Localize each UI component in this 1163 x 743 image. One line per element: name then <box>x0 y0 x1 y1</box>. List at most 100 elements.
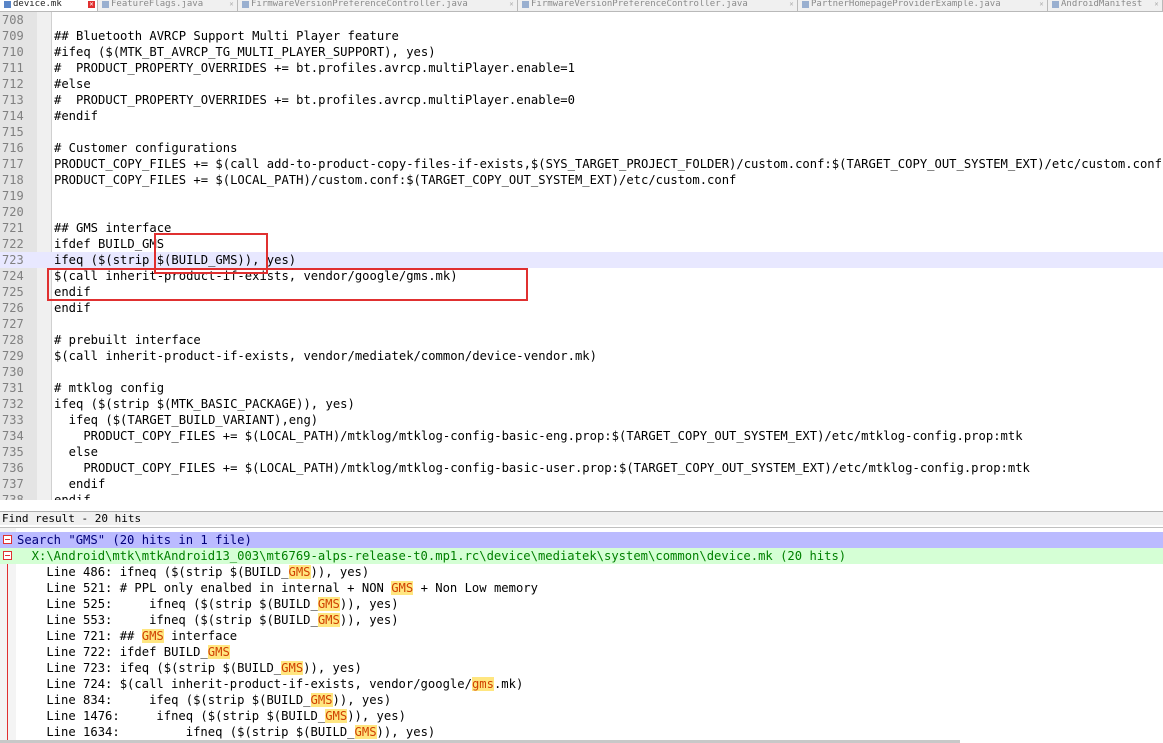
tab-5[interactable]: AndroidManifest ✕ <box>1048 0 1163 11</box>
line-number: 736 <box>2 461 24 475</box>
code-line[interactable]: 726 endif <box>0 300 1163 316</box>
code-line[interactable]: 731 # mtklog config <box>0 380 1163 396</box>
code-line[interactable]: 730 <box>0 364 1163 380</box>
code-line[interactable]: 735 else <box>0 444 1163 460</box>
code-line[interactable]: 708 <box>0 12 1163 28</box>
code-editor[interactable]: 708 709 ## Bluetooth AVRCP Support Multi P… <box>0 12 1163 500</box>
collapse-icon[interactable] <box>3 551 12 560</box>
collapse-icon[interactable] <box>3 535 12 544</box>
tab-2[interactable]: FirmwareVersionPreferenceController.java… <box>238 0 518 11</box>
line-number: 732 <box>2 397 24 411</box>
file-result-line[interactable]: X:\Android\mtk\mtkAndroid13_003\mt6769-a… <box>0 548 1163 564</box>
code-line[interactable]: 729 $(call inherit-product-if-exists, ven… <box>0 348 1163 364</box>
result-line[interactable]: Line 724: $(call inherit-product-if-exis… <box>0 676 1163 692</box>
close-icon[interactable]: ✕ <box>1153 1 1160 8</box>
code-text: # PRODUCT_PROPERTY_OVERRIDES += bt.profi… <box>54 61 575 75</box>
code-line[interactable]: 727 <box>0 316 1163 332</box>
line-number: 716 <box>2 141 24 155</box>
code-line[interactable]: 724 $(call inherit-product-if-exists, ven… <box>0 268 1163 284</box>
code-line[interactable]: 734 PRODUCT_COPY_FILES += $(LOCAL_PATH)/… <box>0 428 1163 444</box>
code-line[interactable]: 732 ifeq ($(strip $(MTK_BASIC_PACKAGE)), … <box>0 396 1163 412</box>
code-line[interactable]: 728 # prebuilt interface <box>0 332 1163 348</box>
line-number: 713 <box>2 93 24 107</box>
code-line[interactable]: 737 endif <box>0 476 1163 492</box>
line-number: 717 <box>2 157 24 171</box>
match-highlight: GMS <box>207 645 230 659</box>
result-segment: .mk) <box>493 677 524 691</box>
code-line[interactable]: 721 ## GMS interface <box>0 220 1163 236</box>
code-text: #else <box>54 77 91 91</box>
line-number: 714 <box>2 109 24 123</box>
line-number: 721 <box>2 221 24 235</box>
result-line[interactable]: Line 834: ifeq ($(strip $(BUILD_GMS)), y… <box>0 692 1163 708</box>
close-icon[interactable]: ✕ <box>508 1 515 8</box>
code-line[interactable]: 709 ## Bluetooth AVRCP Support Multi Play… <box>0 28 1163 44</box>
result-line[interactable]: Line 553: ifneq ($(strip $(BUILD_GMS)), … <box>0 612 1163 628</box>
code-text: ## Bluetooth AVRCP Support Multi Player … <box>54 29 399 43</box>
code-line[interactable]: 711 # PRODUCT_PROPERTY_OVERRIDES += bt.pr… <box>0 60 1163 76</box>
match-highlight: GMS <box>317 613 340 627</box>
code-text: ## GMS interface <box>54 221 172 235</box>
tab-0[interactable]: device.mk ✕ <box>0 0 98 11</box>
code-text: endif <box>54 301 91 315</box>
result-segment: )), yes) <box>376 725 436 739</box>
close-icon[interactable]: ✕ <box>88 1 95 8</box>
result-line[interactable]: Line 1634: ifneq ($(strip $(BUILD_GMS)),… <box>0 724 1163 740</box>
code-line[interactable]: 710 #ifeq ($(MTK_BT_AVRCP_TG_MULTI_PLAYER… <box>0 44 1163 60</box>
result-segment: )), yes) <box>339 613 399 627</box>
code-line[interactable]: 722 ifdef BUILD_GMS <box>0 236 1163 252</box>
tab-4[interactable]: PartnerHomepageProviderExample.java ✕ <box>798 0 1048 11</box>
code-line[interactable]: 738 endif <box>0 492 1163 500</box>
code-line[interactable]: 716 # Customer configurations <box>0 140 1163 156</box>
line-number: 726 <box>2 301 24 315</box>
line-number: 733 <box>2 413 24 427</box>
close-icon[interactable]: ✕ <box>788 1 795 8</box>
result-line[interactable]: Line 525: ifneq ($(strip $(BUILD_GMS)), … <box>0 596 1163 612</box>
result-line[interactable]: Line 723: ifeq ($(strip $(BUILD_GMS)), y… <box>0 660 1163 676</box>
code-line[interactable]: 717 PRODUCT_COPY_FILES += $(call add-to-p… <box>0 156 1163 172</box>
tab-3[interactable]: FirmwareVersionPreferenceController.java… <box>518 0 798 11</box>
result-segment: )), yes) <box>332 693 392 707</box>
code-line[interactable]: 715 <box>0 124 1163 140</box>
code-text: #endif <box>54 109 99 123</box>
close-icon[interactable]: ✕ <box>1038 1 1045 8</box>
line-number: 728 <box>2 333 24 347</box>
result-segment: )), yes) <box>310 565 370 579</box>
code-line[interactable]: 714 #endif <box>0 108 1163 124</box>
result-line[interactable]: Line 722: ifdef BUILD_GMS <box>0 644 1163 660</box>
code-line[interactable]: 736 PRODUCT_COPY_FILES += $(LOCAL_PATH)/… <box>0 460 1163 476</box>
code-text: # mtklog config <box>54 381 165 395</box>
result-line[interactable]: Line 1476: ifneq ($(strip $(BUILD_GMS)),… <box>0 708 1163 724</box>
close-icon[interactable]: ✕ <box>228 1 235 8</box>
result-segment: Line 521: # PPL only enalbed in internal… <box>17 581 392 595</box>
code-line[interactable]: 718 PRODUCT_COPY_FILES += $(LOCAL_PATH)/c… <box>0 172 1163 188</box>
tab-1[interactable]: FeatureFlags.java ✕ <box>98 0 238 11</box>
file-icon <box>242 1 249 8</box>
code-line[interactable]: 725 endif <box>0 284 1163 300</box>
find-result-header: Find result - 20 hits <box>0 511 1163 525</box>
code-line[interactable]: 733 ifeq ($(TARGET_BUILD_VARIANT),eng) <box>0 412 1163 428</box>
result-segment: )), yes) <box>303 661 362 675</box>
line-number: 735 <box>2 445 24 459</box>
tab-label: PartnerHomepageProviderExample.java <box>811 0 1001 9</box>
find-results-panel[interactable]: Search "GMS" (20 hits in 1 file) X:\Andr… <box>0 527 1163 743</box>
result-line[interactable]: Line 521: # PPL only enalbed in internal… <box>0 580 1163 596</box>
result-segment: Line 1634: ifneq ($(strip $(BUILD_ <box>17 725 355 739</box>
code-line[interactable]: 719 <box>0 188 1163 204</box>
result-text: Line 834: ifeq ($(strip $(BUILD_GMS)), y… <box>17 692 391 708</box>
result-segment: interface <box>163 629 238 643</box>
code-text: PRODUCT_COPY_FILES += $(LOCAL_PATH)/mtkl… <box>54 429 1023 443</box>
result-line[interactable]: Line 721: ## GMS interface <box>0 628 1163 644</box>
line-number: 712 <box>2 77 24 91</box>
code-line[interactable]: 712 #else <box>0 76 1163 92</box>
code-line[interactable]: 723 ifeq ($(strip $(BUILD_GMS)), yes) <box>0 252 1163 268</box>
result-text: Line 1634: ifneq ($(strip $(BUILD_GMS)),… <box>17 724 435 740</box>
code-text: $(call inherit-product-if-exists, vendor… <box>54 349 597 363</box>
line-number: 722 <box>2 237 24 251</box>
code-line[interactable]: 713 # PRODUCT_PROPERTY_OVERRIDES += bt.pr… <box>0 92 1163 108</box>
match-highlight: GMS <box>141 629 164 643</box>
result-text: Line 724: $(call inherit-product-if-exis… <box>17 676 523 692</box>
search-summary-line[interactable]: Search "GMS" (20 hits in 1 file) <box>0 532 1163 548</box>
result-line[interactable]: Line 486: ifneq ($(strip $(BUILD_GMS)), … <box>0 564 1163 580</box>
code-line[interactable]: 720 <box>0 204 1163 220</box>
